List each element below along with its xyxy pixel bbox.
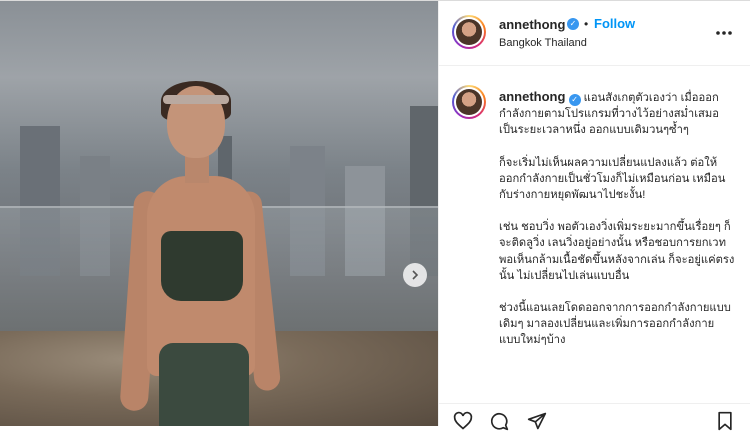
caption-paragraph: ช่วงนี้แอนเลยโดดออกจากการออกกำลังกายแบบเ… xyxy=(499,302,731,347)
verified-badge-icon: ✓ xyxy=(567,18,579,30)
avatar[interactable] xyxy=(452,15,486,49)
instagram-post: annethong ✓ • Follow Bangkok Thailand an… xyxy=(0,0,750,431)
chevron-right-icon[interactable] xyxy=(403,263,427,287)
caption-paragraph: เช่น ชอบวิ่ง พอตัวเองวิ่งเพิ่มระยะมากขึ้… xyxy=(499,221,735,282)
more-options-icon[interactable] xyxy=(715,23,733,41)
follow-button[interactable]: Follow xyxy=(594,16,635,31)
bookmark-icon[interactable] xyxy=(715,411,735,431)
location-link[interactable]: Bangkok Thailand xyxy=(499,37,587,49)
post-header: annethong ✓ • Follow Bangkok Thailand xyxy=(439,1,750,66)
verified-badge-icon: ✓ xyxy=(568,94,581,106)
woman-figure xyxy=(119,81,282,426)
caption-username-link[interactable]: annethong xyxy=(499,89,565,104)
headband xyxy=(163,95,229,104)
username-link[interactable]: annethong xyxy=(499,17,565,32)
sports-bra xyxy=(161,231,243,301)
leggings xyxy=(159,343,249,426)
separator-dot: • xyxy=(584,17,589,31)
post-sidebar: annethong ✓ • Follow Bangkok Thailand an… xyxy=(438,1,750,431)
heart-icon[interactable] xyxy=(453,411,473,431)
post-photo[interactable] xyxy=(0,1,438,426)
action-bar xyxy=(439,403,750,431)
caption-avatar[interactable] xyxy=(452,85,486,119)
comment-icon[interactable] xyxy=(489,411,509,431)
paper-plane-icon[interactable] xyxy=(527,411,547,431)
post-caption: annethong ✓ แอนสังเกตุตัวเองว่า เมื่อออก… xyxy=(499,89,735,365)
caption-paragraph: annethong ✓ แอนสังเกตุตัวเองว่า เมื่อออก… xyxy=(499,89,735,139)
caption-paragraph: ก็จะเริ่มไม่เห็นผลความเปลี่ยนแปลงแล้ว ต่… xyxy=(499,156,726,202)
